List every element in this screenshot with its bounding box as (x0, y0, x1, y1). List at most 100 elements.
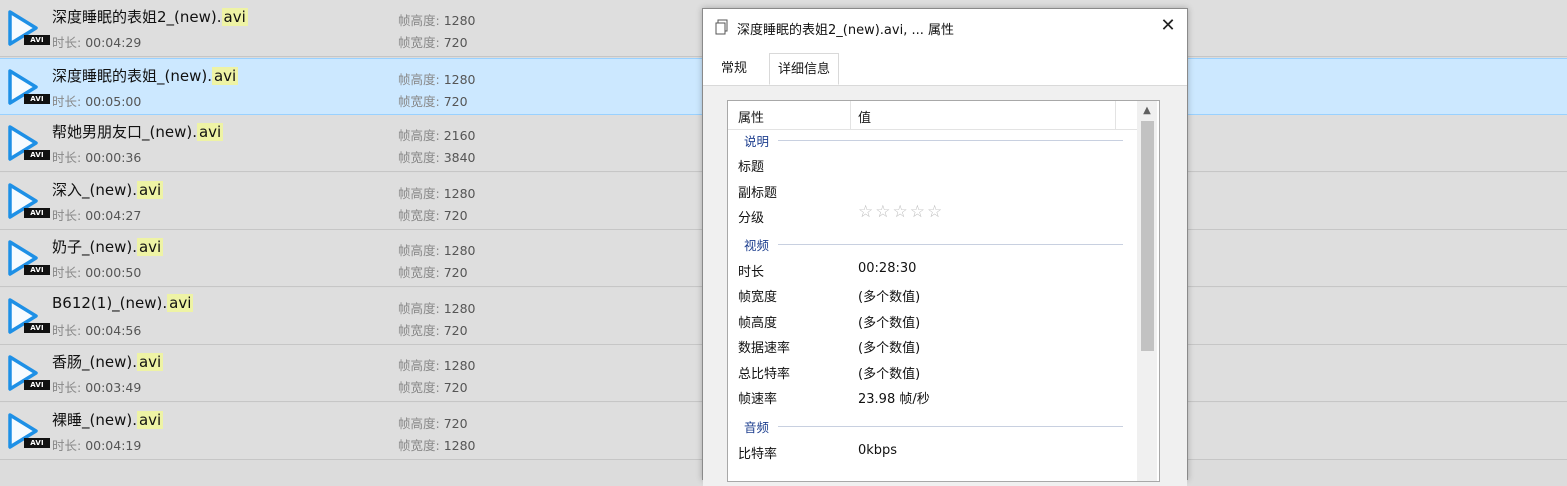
duration: 时长: 00:04:56 (52, 320, 141, 339)
video-file-icon: AVI (6, 67, 50, 109)
file-name-base: 帮她男朋友口_(new). (52, 123, 197, 141)
tab-strip: 常规 详细信息 (703, 53, 1187, 86)
file-extension: avi (211, 67, 239, 85)
file-extension: avi (221, 8, 248, 26)
duration: 时长: 00:04:27 (52, 205, 141, 224)
prop-title-name: 标题 (738, 160, 765, 175)
duration-value: 00:04:56 (85, 323, 142, 338)
duration-label: 时长: (52, 35, 86, 50)
frame-width-value: 1280 (443, 438, 476, 453)
file-name[interactable]: 深度睡眠的表姐_(new). avi (52, 65, 239, 86)
duration: 时长: 00:04:19 (52, 435, 141, 454)
frame-height: 帧高度: 1280 (398, 183, 476, 202)
column-divider[interactable] (850, 101, 851, 129)
vertical-scrollbar[interactable]: ▲ (1137, 101, 1157, 481)
dialog-title-bar[interactable]: 深度睡眠的表姐2_(new).avi, ... 属性 ✕ (703, 9, 1187, 45)
frame-width-label: 帧宽度: (398, 35, 444, 50)
file-name[interactable]: 帮她男朋友口_(new). avi (52, 121, 224, 142)
video-file-icon: AVI (6, 181, 50, 223)
prop-total-bitrate-value: (多个数值) (858, 367, 921, 382)
file-extension: avi (136, 411, 164, 429)
video-file-icon: AVI (6, 353, 50, 395)
section-divider (778, 244, 1123, 245)
rating-stars[interactable]: ☆☆☆☆☆ (858, 202, 944, 222)
file-name[interactable]: 深度睡眠的表姐2_(new). avi (52, 6, 248, 27)
frame-height-label: 帧高度: (398, 72, 444, 87)
file-extension: avi (136, 353, 164, 371)
properties-dialog: 深度睡眠的表姐2_(new).avi, ... 属性 ✕ 常规 详细信息 属性 … (702, 8, 1188, 486)
file-extension: avi (167, 294, 194, 312)
duration-label: 时长: (52, 323, 86, 338)
details-panel: 属性 值 说明 标题 副标题 分级 ☆☆☆☆☆ 视频 时长 00:28:30 帧… (703, 86, 1187, 486)
avi-badge: AVI (24, 94, 50, 104)
column-header-value[interactable]: 值 (858, 107, 871, 126)
frame-width: 帧宽度: 1280 (398, 435, 476, 454)
duration: 时长: 00:03:49 (52, 377, 141, 396)
prop-total-bitrate-name: 总比特率 (738, 367, 791, 382)
file-extension: avi (136, 238, 164, 256)
frame-height-value: 2160 (443, 128, 476, 143)
column-header-property[interactable]: 属性 (738, 107, 764, 126)
frame-height-label: 帧高度: (398, 186, 444, 201)
frame-width: 帧宽度: 720 (398, 377, 468, 396)
video-file-icon: AVI (6, 411, 50, 453)
file-name[interactable]: 深入_(new). avi (52, 179, 164, 200)
duration-label: 时长: (52, 265, 86, 280)
frame-height: 帧高度: 1280 (398, 240, 476, 259)
section-divider (778, 140, 1123, 141)
file-name-base: 香肠_(new). (52, 353, 137, 371)
duration-value: 00:03:49 (85, 380, 142, 395)
duration-value: 00:04:19 (85, 438, 142, 453)
file-name[interactable]: 奶子_(new). avi (52, 236, 164, 257)
file-name[interactable]: 裸睡_(new). avi (52, 409, 164, 430)
duration-value: 00:04:27 (85, 208, 142, 223)
frame-height-label: 帧高度: (398, 416, 444, 431)
duration: 时长: 00:00:50 (52, 262, 141, 281)
frame-height: 帧高度: 1280 (398, 69, 476, 88)
frame-height-label: 帧高度: (398, 301, 444, 316)
scroll-up-arrow-icon[interactable]: ▲ (1137, 103, 1157, 119)
frame-width-label: 帧宽度: (398, 150, 444, 165)
file-extension: avi (136, 181, 164, 199)
duration-value: 00:04:29 (85, 35, 142, 50)
prop-subtitle-name: 副标题 (738, 186, 778, 201)
duration-value: 00:05:00 (85, 94, 142, 109)
frame-height-label: 帧高度: (398, 243, 444, 258)
prop-bitrate-name: 比特率 (738, 447, 778, 462)
duration-label: 时长: (52, 438, 86, 453)
prop-rating-name: 分级 (738, 211, 765, 226)
frame-width-value: 720 (443, 94, 468, 109)
frame-height: 帧高度: 1280 (398, 10, 476, 29)
video-file-icon: AVI (6, 8, 50, 50)
avi-badge: AVI (24, 265, 50, 275)
video-file-icon: AVI (6, 296, 50, 338)
frame-height: 帧高度: 1280 (398, 355, 476, 374)
file-name-base: 裸睡_(new). (52, 411, 137, 429)
file-name-base: B612(1)_(new). (52, 294, 168, 312)
frame-width-label: 帧宽度: (398, 208, 444, 223)
file-name[interactable]: B612(1)_(new). avi (52, 294, 194, 312)
frame-height-value: 720 (443, 416, 468, 431)
prop-length-value: 00:28:30 (858, 261, 917, 276)
duration: 时长: 00:05:00 (52, 91, 141, 110)
prop-frame-height-value: (多个数值) (858, 316, 921, 331)
tab-general[interactable]: 常规 (713, 53, 755, 84)
file-name[interactable]: 香肠_(new). avi (52, 351, 164, 372)
document-properties-icon (715, 19, 729, 39)
prop-length-name: 时长 (738, 265, 765, 280)
duration-label: 时长: (52, 380, 86, 395)
duration-label: 时长: (52, 94, 86, 109)
scroll-thumb[interactable] (1141, 121, 1154, 351)
avi-badge: AVI (24, 150, 50, 160)
prop-frame-rate-name: 帧速率 (738, 392, 778, 407)
avi-badge: AVI (24, 438, 50, 448)
section-audio: 音频 (744, 420, 770, 435)
tab-details[interactable]: 详细信息 (769, 53, 840, 85)
duration-value: 00:00:36 (85, 150, 142, 165)
property-list[interactable]: 属性 值 说明 标题 副标题 分级 ☆☆☆☆☆ 视频 时长 00:28:30 帧… (727, 100, 1160, 482)
frame-height-label: 帧高度: (398, 358, 444, 373)
close-button[interactable]: ✕ (1157, 15, 1179, 37)
frame-height-label: 帧高度: (398, 13, 444, 28)
frame-width: 帧宽度: 720 (398, 205, 468, 224)
file-name-base: 深入_(new). (52, 181, 137, 199)
